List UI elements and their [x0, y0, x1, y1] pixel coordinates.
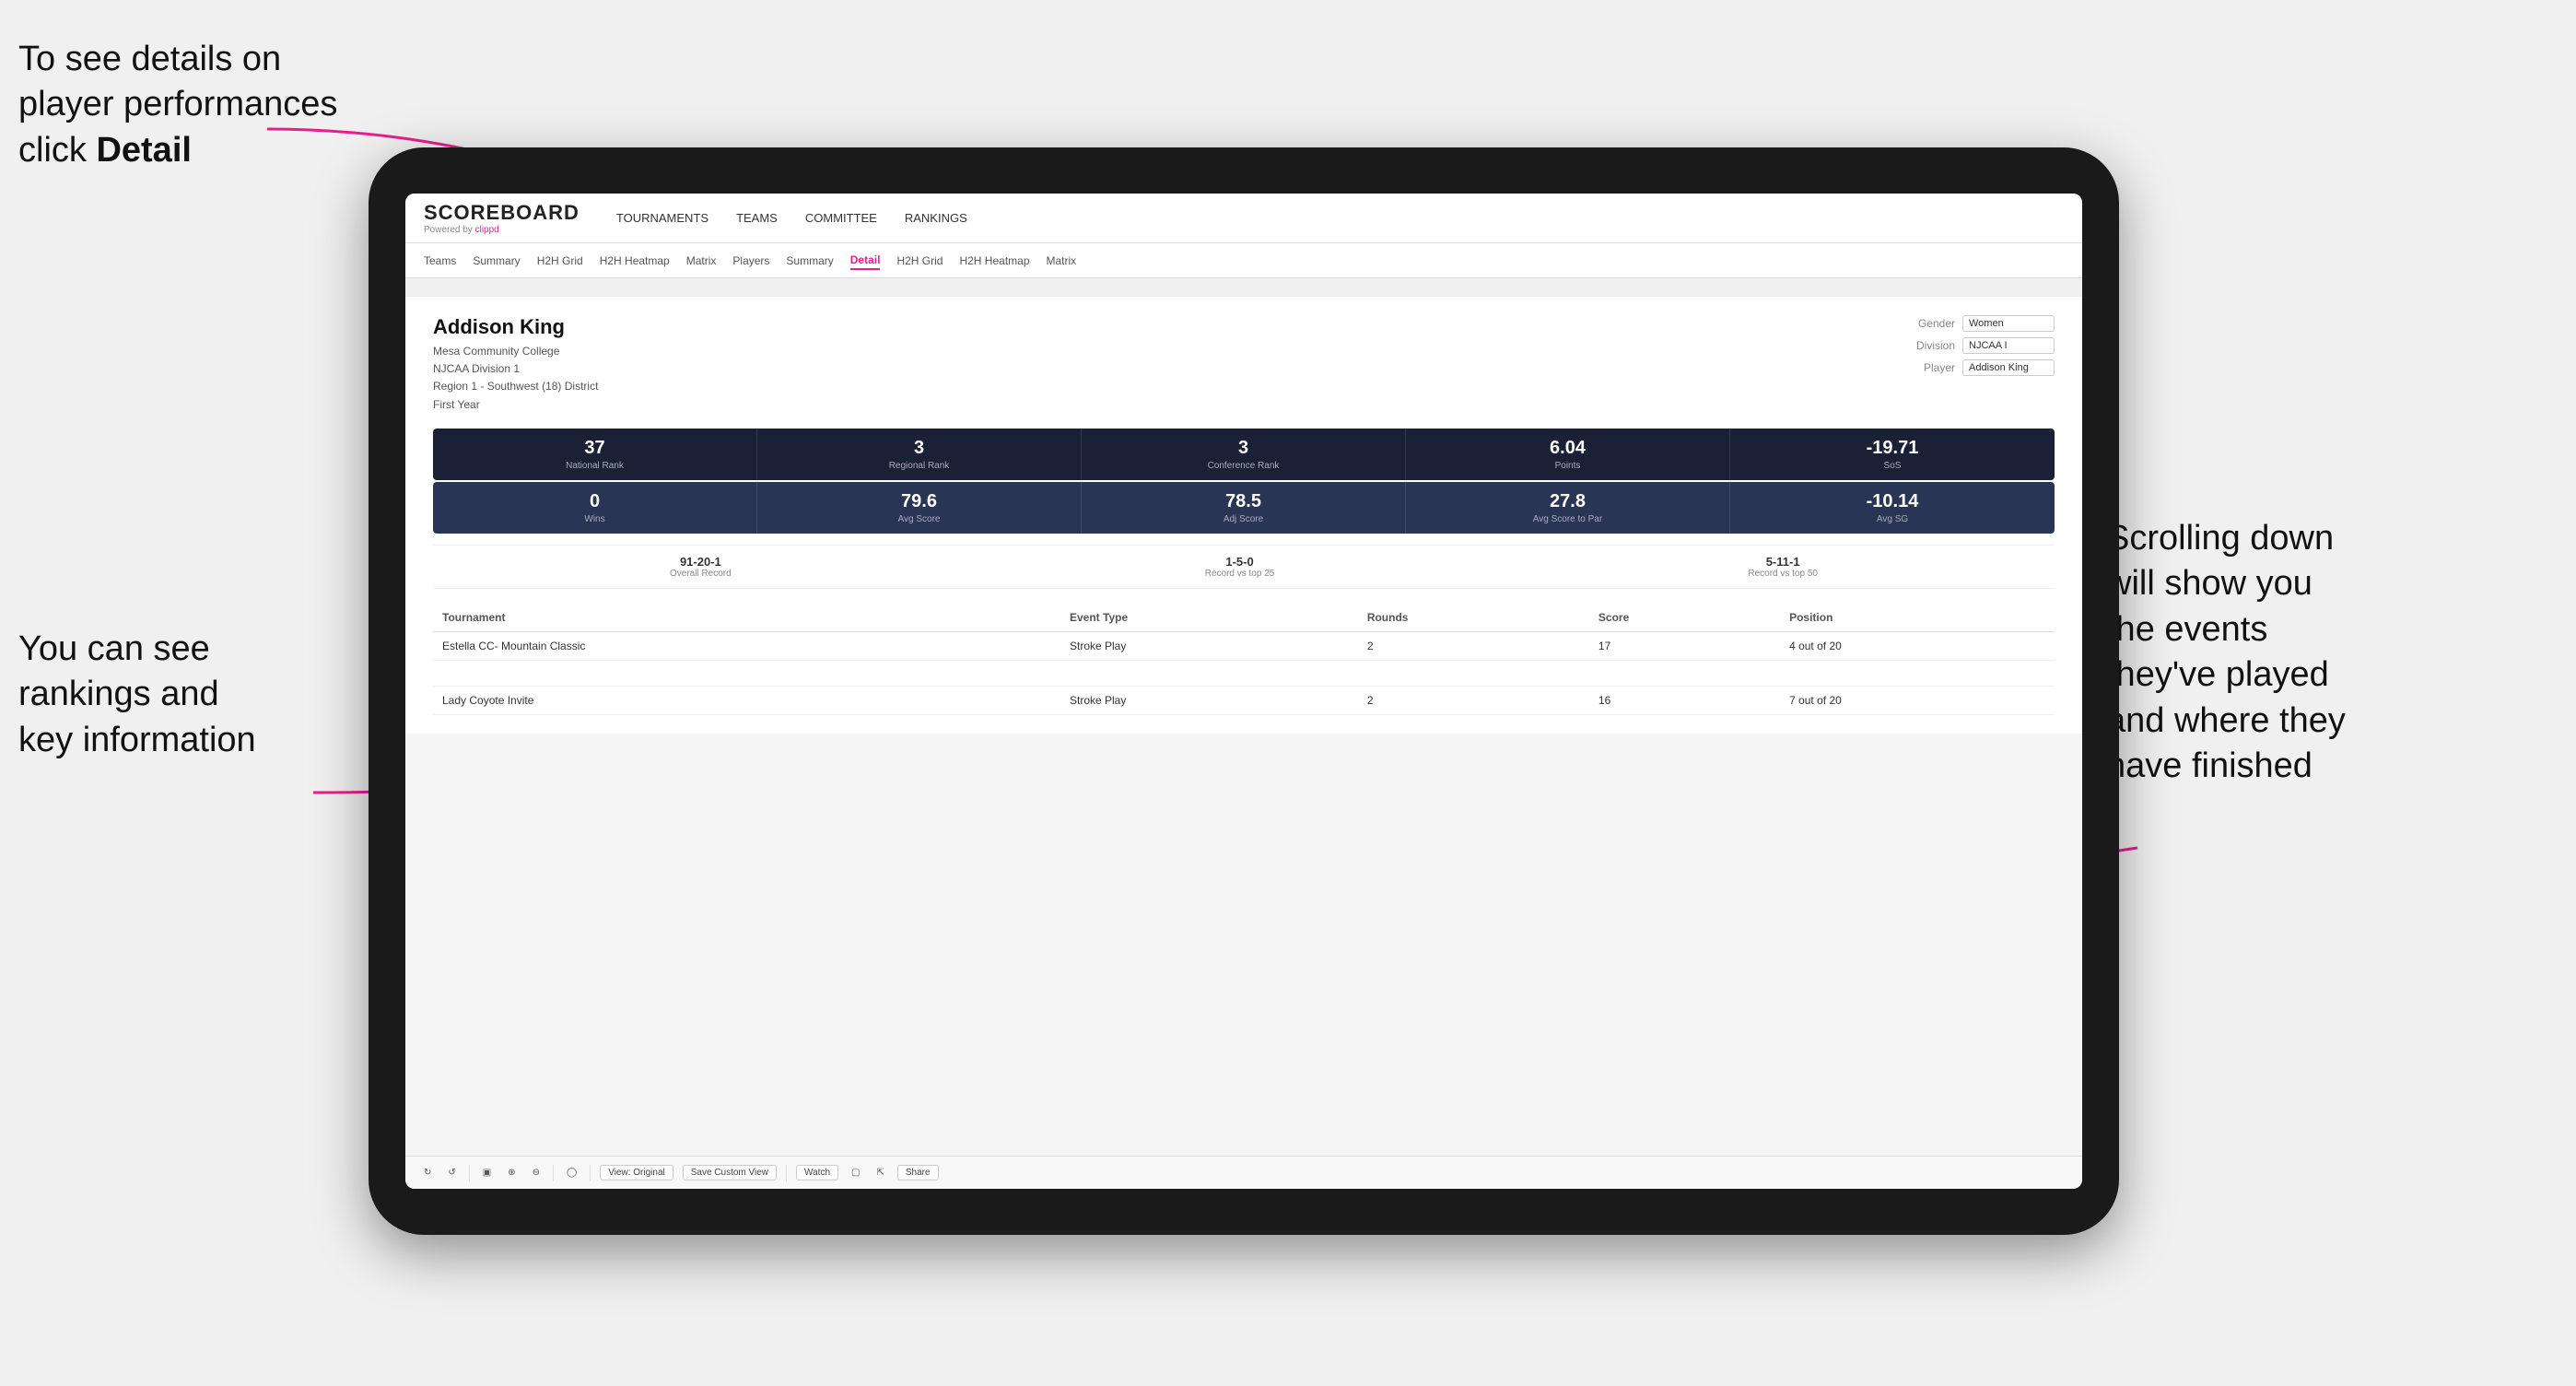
subnav-h2h-heatmap2[interactable]: H2H Heatmap: [959, 253, 1029, 269]
score: 16: [1589, 686, 1780, 714]
zoom-in-button[interactable]: ⊕: [504, 1166, 519, 1180]
player-info: Addison King Mesa Community College NJCA…: [433, 315, 598, 414]
position: 4 out of 20: [1780, 631, 2055, 660]
col-event-type: Event Type: [1060, 604, 1358, 632]
subnav-detail[interactable]: Detail: [850, 252, 881, 270]
player-label: Player: [1900, 361, 1955, 374]
table-row: Estella CC- Mountain Classic Stroke Play…: [433, 631, 2055, 660]
event-type: Stroke Play: [1060, 686, 1358, 714]
col-tournament: Tournament: [433, 604, 1060, 632]
stat-adj-score: 78.5 Adj Score: [1082, 482, 1406, 534]
share-button[interactable]: Share: [897, 1165, 939, 1180]
subnav-teams[interactable]: Teams: [424, 253, 456, 269]
stat-avg-sg: -10.14 Avg SG: [1730, 482, 2055, 534]
watch-button[interactable]: Watch: [796, 1165, 838, 1180]
stat-sos: -19.71 SoS: [1730, 429, 2055, 480]
player-year: First Year: [433, 396, 598, 414]
sub-nav: Teams Summary H2H Grid H2H Heatmap Matri…: [405, 243, 2082, 278]
gender-control: Gender Women: [1900, 315, 2055, 332]
table-row: [433, 660, 2055, 686]
col-score: Score: [1589, 604, 1780, 632]
nav-committee[interactable]: COMMITTEE: [805, 209, 877, 227]
tournament-name: Estella CC- Mountain Classic: [433, 631, 1060, 660]
division-control: Division NJCAA I: [1900, 337, 2055, 354]
player-control: Player Addison King: [1900, 359, 2055, 376]
nav-rankings[interactable]: RANKINGS: [905, 209, 967, 227]
stat-conference-rank: 3 Conference Rank: [1082, 429, 1406, 480]
player-header: Addison King Mesa Community College NJCA…: [433, 315, 2055, 414]
logo-area: SCOREBOARD Powered by clippd: [424, 201, 580, 235]
record-overall: 91-20-1 Overall Record: [670, 555, 732, 579]
zoom-fit-button[interactable]: ▣: [479, 1166, 495, 1180]
toolbar-separator: [469, 1165, 470, 1181]
redo-button[interactable]: ↺: [444, 1166, 459, 1180]
nav-teams[interactable]: TEAMS: [736, 209, 778, 227]
table-row: Lady Coyote Invite Stroke Play 2 16 7 ou…: [433, 686, 2055, 714]
subnav-h2h-grid[interactable]: H2H Grid: [537, 253, 583, 269]
score: 17: [1589, 631, 1780, 660]
col-position: Position: [1780, 604, 2055, 632]
annotation-bottomright: Scrolling down will show you the events …: [2106, 516, 2548, 789]
player-select[interactable]: Addison King: [1962, 359, 2055, 376]
tablet-screen: SCOREBOARD Powered by clippd TOURNAMENTS…: [405, 194, 2082, 1189]
player-name: Addison King: [433, 315, 598, 339]
bottom-toolbar: ↻ ↺ ▣ ⊕ ⊖ ◯ View: Original Save Custom V…: [405, 1156, 2082, 1189]
position: 7 out of 20: [1780, 686, 2055, 714]
top-nav: SCOREBOARD Powered by clippd TOURNAMENTS…: [405, 194, 2082, 243]
gender-label: Gender: [1900, 317, 1955, 330]
content-area: Addison King Mesa Community College NJCA…: [405, 278, 2082, 1156]
player-detail-panel: Addison King Mesa Community College NJCA…: [405, 297, 2082, 734]
player-division: NJCAA Division 1: [433, 360, 598, 378]
gender-select[interactable]: Women: [1962, 315, 2055, 332]
stat-wins: 0 Wins: [433, 482, 757, 534]
view-original-button[interactable]: View: Original: [600, 1165, 673, 1180]
tournament-table: Tournament Event Type Rounds Score Posit…: [433, 604, 2055, 715]
stat-national-rank: 37 National Rank: [433, 429, 757, 480]
subnav-summary2[interactable]: Summary: [786, 253, 833, 269]
timer-button[interactable]: ◯: [563, 1166, 580, 1180]
logo-powered: Powered by clippd: [424, 225, 580, 235]
col-rounds: Rounds: [1358, 604, 1589, 632]
logo-scoreboard: SCOREBOARD: [424, 201, 580, 225]
toolbar-separator3: [590, 1165, 591, 1181]
subnav-h2h-grid2[interactable]: H2H Grid: [896, 253, 943, 269]
stats-grid-row2: 0 Wins 79.6 Avg Score 78.5 Adj Score 27.…: [433, 482, 2055, 534]
stat-avg-score-to-par: 27.8 Avg Score to Par: [1406, 482, 1730, 534]
stat-regional-rank: 3 Regional Rank: [757, 429, 1082, 480]
toolbar-separator2: [553, 1165, 554, 1181]
subnav-matrix2[interactable]: Matrix: [1047, 253, 1077, 269]
player-controls: Gender Women Division NJCAA I: [1900, 315, 2055, 414]
event-type: Stroke Play: [1060, 631, 1358, 660]
toolbar-separator4: [786, 1165, 787, 1181]
nav-tournaments[interactable]: TOURNAMENTS: [616, 209, 708, 227]
annotation-topleft: To see details on player performances cl…: [18, 37, 369, 173]
screen-button[interactable]: ▢: [848, 1166, 863, 1180]
zoom-out-button[interactable]: ⊖: [529, 1166, 544, 1180]
division-select[interactable]: NJCAA I: [1962, 337, 2055, 354]
rounds: 2: [1358, 631, 1589, 660]
undo-button[interactable]: ↻: [420, 1166, 435, 1180]
stat-avg-score: 79.6 Avg Score: [757, 482, 1082, 534]
main-nav: TOURNAMENTS TEAMS COMMITTEE RANKINGS: [616, 209, 967, 227]
player-college: Mesa Community College: [433, 343, 598, 360]
record-top50: 5-11-1 Record vs top 50: [1748, 555, 1818, 579]
subnav-players[interactable]: Players: [732, 253, 769, 269]
player-region: Region 1 - Southwest (18) District: [433, 378, 598, 395]
save-custom-button[interactable]: Save Custom View: [683, 1165, 777, 1180]
subnav-h2h-heatmap[interactable]: H2H Heatmap: [600, 253, 670, 269]
records-row: 91-20-1 Overall Record 1-5-0 Record vs t…: [433, 545, 2055, 589]
subnav-summary[interactable]: Summary: [473, 253, 520, 269]
stat-points: 6.04 Points: [1406, 429, 1730, 480]
subnav-matrix[interactable]: Matrix: [686, 253, 717, 269]
tournament-name: Lady Coyote Invite: [433, 686, 1060, 714]
tablet-frame: SCOREBOARD Powered by clippd TOURNAMENTS…: [369, 147, 2119, 1235]
expand-button[interactable]: ⇱: [872, 1166, 887, 1180]
annotation-bottomleft: You can see rankings and key information: [18, 627, 369, 763]
stats-grid-row1: 37 National Rank 3 Regional Rank 3 Confe…: [433, 429, 2055, 480]
division-label: Division: [1900, 339, 1955, 352]
rounds: 2: [1358, 686, 1589, 714]
record-top25: 1-5-0 Record vs top 25: [1205, 555, 1275, 579]
